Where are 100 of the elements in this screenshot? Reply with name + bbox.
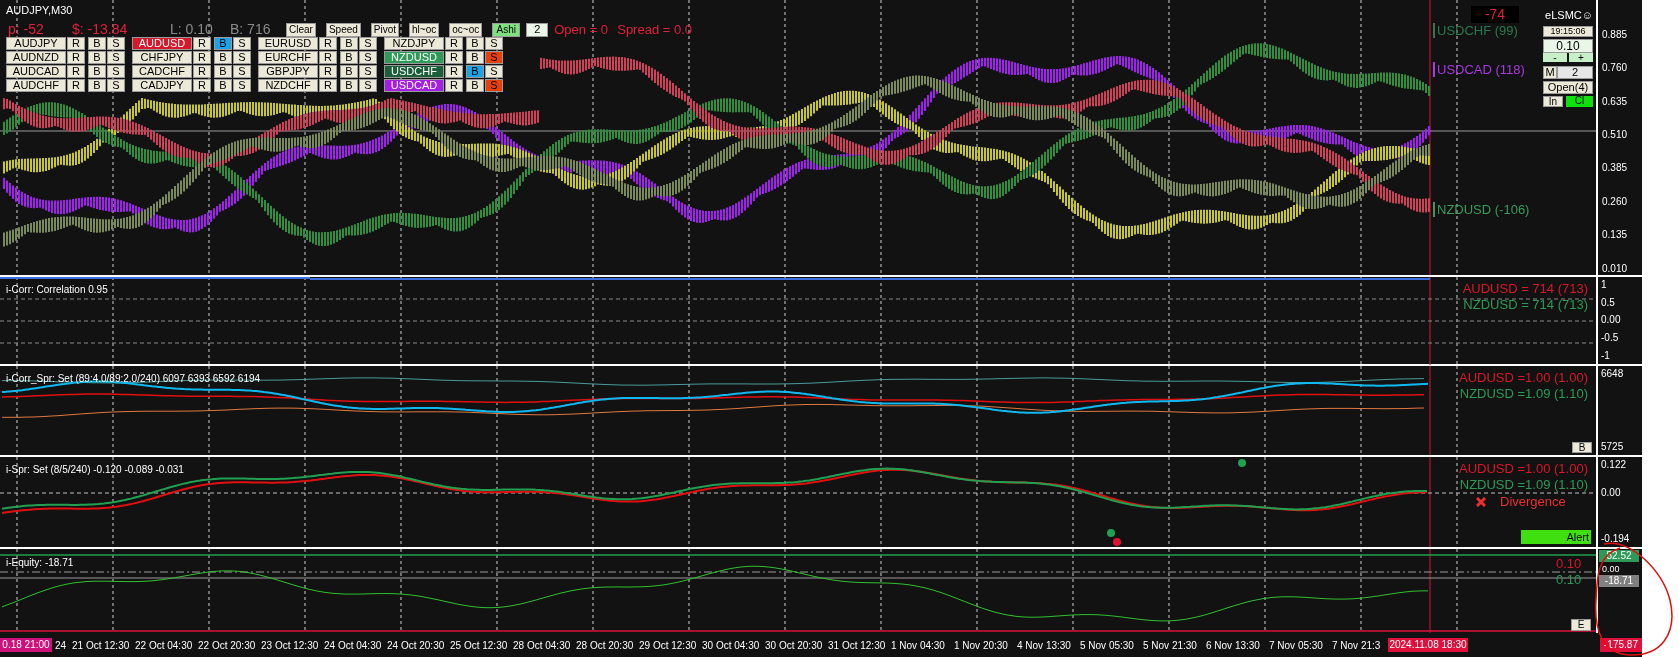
- buy-button[interactable]: B: [88, 51, 106, 64]
- symbol-button[interactable]: EURUSD: [258, 37, 318, 50]
- sell-button[interactable]: S: [485, 51, 503, 64]
- reverse-button[interactable]: R: [67, 65, 85, 78]
- time-label: 4 Nov 13:30: [1017, 638, 1072, 653]
- alert-button[interactable]: Alert: [1521, 530, 1591, 545]
- buy-button[interactable]: B: [88, 37, 106, 50]
- reverse-button[interactable]: R: [445, 37, 463, 50]
- time-label: 30 Oct 20:30: [765, 638, 824, 653]
- reverse-button[interactable]: R: [193, 51, 211, 64]
- reverse-button[interactable]: R: [67, 79, 85, 92]
- axis-badge: 52.52: [1599, 550, 1639, 563]
- symbol-button[interactable]: USDCHF: [384, 65, 444, 78]
- buy-button[interactable]: B: [214, 65, 232, 78]
- close-button[interactable]: Cl: [1566, 95, 1593, 107]
- axis-label: 0.010: [1601, 262, 1629, 275]
- reverse-button[interactable]: R: [67, 51, 85, 64]
- sell-button[interactable]: S: [233, 37, 251, 50]
- buy-button[interactable]: B: [466, 51, 484, 64]
- buy-button[interactable]: B: [340, 79, 358, 92]
- toolbar-button[interactable]: Pivot: [370, 22, 400, 37]
- toolbar-button[interactable]: hl~oc: [409, 22, 440, 37]
- level-text: 0.10: [1556, 572, 1582, 588]
- multiplier-label: M: [1543, 65, 1557, 79]
- buy-button[interactable]: B: [88, 79, 106, 92]
- sell-button[interactable]: S: [359, 51, 377, 64]
- buy-button[interactable]: B: [214, 37, 232, 50]
- buy-button[interactable]: B: [88, 65, 106, 78]
- reverse-button[interactable]: R: [319, 51, 337, 64]
- symbol-button[interactable]: AUDNZD: [6, 51, 66, 64]
- sell-button[interactable]: S: [485, 65, 503, 78]
- period-field[interactable]: 2: [526, 22, 549, 37]
- time-label: 6 Nov 13:30: [1206, 638, 1261, 653]
- open-button[interactable]: Open(4): [1543, 80, 1593, 94]
- buy-button[interactable]: B: [466, 37, 484, 50]
- symbol-button[interactable]: CADJPY: [132, 79, 192, 92]
- panel-title: i-Spr: Set (8/5/240) -0.120 -0.089 -0.031: [6, 463, 184, 478]
- sell-button[interactable]: S: [107, 51, 125, 64]
- reverse-button[interactable]: R: [67, 37, 85, 50]
- buy-button[interactable]: B: [340, 37, 358, 50]
- axis-label: 0.00: [1600, 314, 1622, 327]
- reverse-button[interactable]: R: [445, 79, 463, 92]
- decrease-button[interactable]: -: [1543, 52, 1567, 62]
- reverse-button[interactable]: R: [445, 65, 463, 78]
- reverse-button[interactable]: R: [193, 79, 211, 92]
- e-button[interactable]: E: [1571, 619, 1591, 632]
- axis-label: -0.194: [1601, 533, 1630, 546]
- symbol-button[interactable]: USDCAD: [384, 79, 444, 92]
- buy-button[interactable]: B: [214, 51, 232, 64]
- sell-button[interactable]: S: [107, 79, 125, 92]
- divergence-text: Divergence: [1500, 493, 1566, 512]
- toolbar-button[interactable]: Clear: [286, 22, 316, 37]
- symbol-button[interactable]: EURCHF: [258, 51, 318, 64]
- reverse-button[interactable]: R: [319, 65, 337, 78]
- toolbar-button[interactable]: Ashi: [492, 22, 521, 37]
- buy-button[interactable]: B: [466, 79, 484, 92]
- buy-button[interactable]: B: [214, 79, 232, 92]
- sell-button[interactable]: S: [233, 79, 251, 92]
- b-button[interactable]: B: [1572, 442, 1592, 454]
- sell-button[interactable]: S: [233, 65, 251, 78]
- axis-label: 0.885: [1601, 29, 1629, 41]
- toolbar-button[interactable]: Speed: [325, 22, 361, 37]
- symbol-button[interactable]: AUDCHF: [6, 79, 66, 92]
- reverse-button[interactable]: R: [319, 79, 337, 92]
- buy-button[interactable]: B: [340, 65, 358, 78]
- legend-text: AUDUSD =1.00 (1.00): [1459, 370, 1588, 386]
- symbol-button[interactable]: GBPJPY: [258, 65, 318, 78]
- sell-button[interactable]: S: [359, 37, 377, 50]
- toolbar-button[interactable]: oc~oc: [449, 22, 483, 37]
- symbol-button[interactable]: AUDUSD: [132, 37, 192, 50]
- axis-label: 0.5: [1600, 296, 1616, 309]
- reverse-button[interactable]: R: [445, 51, 463, 64]
- reverse-button[interactable]: R: [193, 37, 211, 50]
- buy-button[interactable]: B: [340, 51, 358, 64]
- sell-button[interactable]: S: [233, 51, 251, 64]
- sell-button[interactable]: S: [107, 37, 125, 50]
- symbol-button[interactable]: AUDCAD: [6, 65, 66, 78]
- increase-button[interactable]: +: [1569, 52, 1593, 62]
- symbol-button[interactable]: NZDJPY: [384, 37, 444, 50]
- symbol-button[interactable]: AUDJPY: [6, 37, 66, 50]
- buy-button[interactable]: B: [466, 65, 484, 78]
- symbol-button[interactable]: NZDUSD: [384, 51, 444, 64]
- reverse-button[interactable]: R: [319, 37, 337, 50]
- sell-button[interactable]: S: [359, 79, 377, 92]
- symbol-button[interactable]: NZDCHF: [258, 79, 318, 92]
- axis-label: 0.760: [1601, 62, 1629, 75]
- axis-label: 0.00: [1602, 564, 1620, 575]
- legend-text: AUDUSD = 714 (713): [1462, 280, 1588, 296]
- symbol-button[interactable]: CHFJPY: [132, 51, 192, 64]
- axis-label: 0.00: [1601, 487, 1621, 500]
- sell-button[interactable]: S: [107, 65, 125, 78]
- reverse-button[interactable]: R: [193, 65, 211, 78]
- legend-text: AUDUSD =1.00 (1.00): [1459, 461, 1588, 477]
- in-button[interactable]: In: [1543, 95, 1563, 107]
- sell-button[interactable]: S: [359, 65, 377, 78]
- sell-button[interactable]: S: [485, 37, 503, 50]
- sell-button[interactable]: S: [485, 79, 503, 92]
- brand-text: eLSMC☺: [1544, 8, 1593, 23]
- panel-title: i-Equity: -18.71: [6, 556, 74, 571]
- symbol-button[interactable]: CADCHF: [132, 65, 192, 78]
